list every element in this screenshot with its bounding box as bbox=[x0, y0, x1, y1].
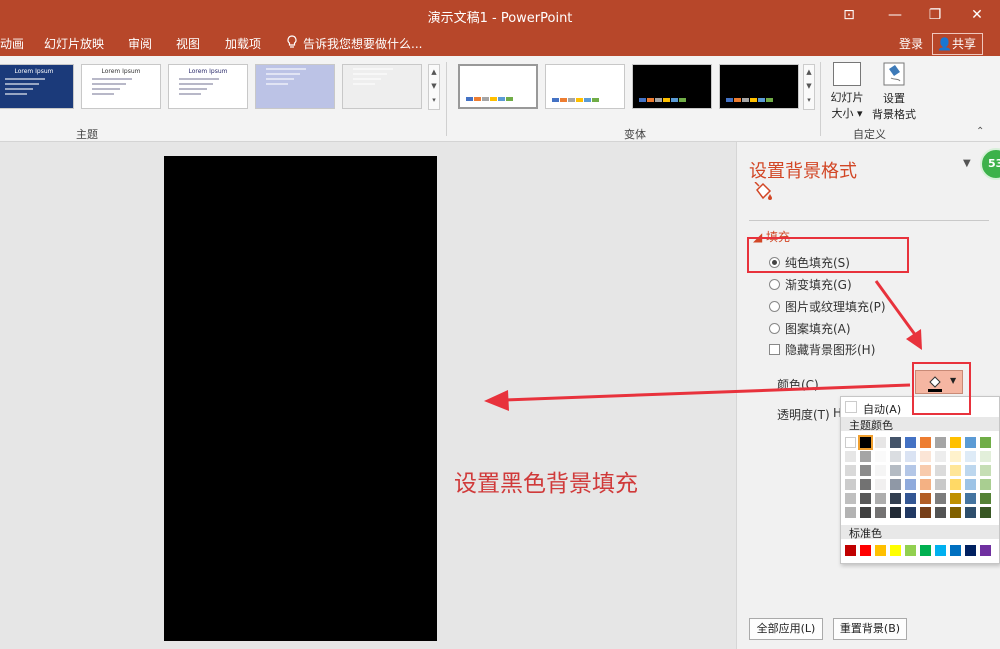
annotation-text: 设置黑色背景填充 bbox=[454, 471, 638, 497]
annotation-arrows bbox=[484, 280, 922, 411]
arrowhead bbox=[484, 390, 509, 411]
arrow-to-color-button bbox=[874, 280, 918, 337]
arrow-to-slide bbox=[504, 383, 911, 402]
